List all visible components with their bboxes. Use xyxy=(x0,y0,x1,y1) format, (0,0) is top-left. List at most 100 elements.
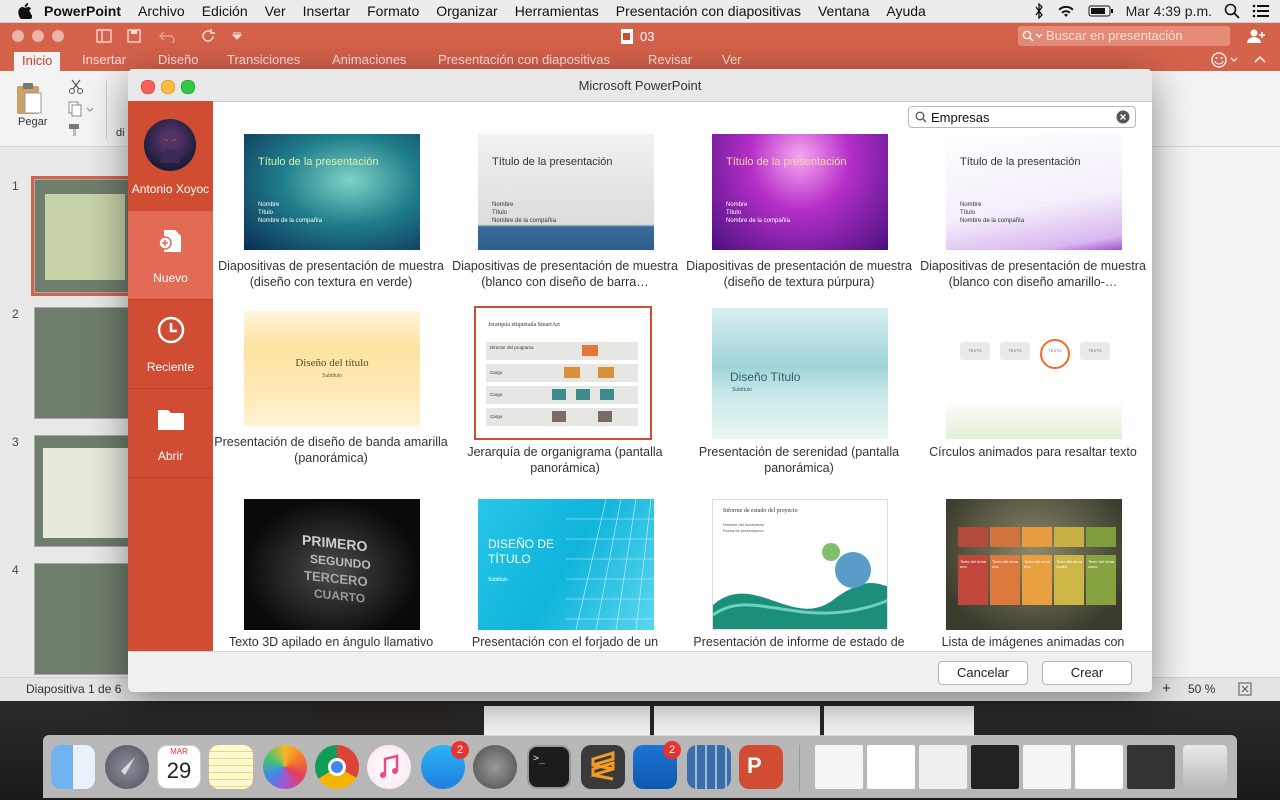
minimize-window-button[interactable] xyxy=(32,30,44,42)
wifi-icon[interactable] xyxy=(1056,3,1076,19)
template-card[interactable]: Jerarquía etiquetada SmartArt Director d… xyxy=(448,306,682,487)
template-card[interactable]: Título de la presentación Nombre Título … xyxy=(682,131,916,301)
minimized-window-thumb[interactable] xyxy=(971,745,1019,789)
bluetooth-icon[interactable] xyxy=(1034,3,1044,19)
close-window-button[interactable] xyxy=(12,30,24,42)
terminal-icon[interactable]: >_ xyxy=(527,745,571,789)
tab-inicio[interactable]: Inicio xyxy=(14,52,61,73)
template-title[interactable]: Presentación de diseño de banda amarilla… xyxy=(214,434,448,466)
tab-animaciones[interactable]: Animaciones xyxy=(332,52,406,67)
template-title[interactable]: Presentación de serenidad (pantalla pano… xyxy=(682,444,916,476)
finder-icon[interactable] xyxy=(51,745,95,789)
mission-control-icon[interactable] xyxy=(687,745,731,789)
create-button[interactable]: Crear xyxy=(1042,661,1132,685)
tab-diseno[interactable]: Diseño xyxy=(158,52,198,67)
template-thumbnail[interactable]: DISEÑO DE TÍTULO Subtítulo xyxy=(478,499,654,630)
minimized-window-thumb[interactable] xyxy=(867,745,915,789)
menu-ventana[interactable]: Ventana xyxy=(818,3,869,19)
menu-powerpoint[interactable]: PowerPoint xyxy=(44,3,121,19)
nav-nuevo[interactable]: Nuevo xyxy=(128,211,213,300)
customize-toolbar-icon[interactable] xyxy=(232,32,242,40)
format-painter-icon[interactable] xyxy=(68,123,84,137)
template-card[interactable]: Título de la presentación Nombre Título … xyxy=(448,131,682,301)
template-thumbnail[interactable]: TEXTO TEXTO TEXTO TEXTO xyxy=(946,308,1122,439)
system-preferences-icon[interactable] xyxy=(473,745,517,789)
template-thumbnail[interactable]: Diseño Título Subtítulo xyxy=(712,308,888,439)
menu-ver[interactable]: Ver xyxy=(265,3,286,19)
powerpoint-icon[interactable]: P xyxy=(739,745,783,789)
slide-thumbnail[interactable] xyxy=(34,307,136,419)
copy-icon[interactable] xyxy=(68,101,94,117)
template-card[interactable]: DISEÑO DE TÍTULO Subtítulo Presentación … xyxy=(448,497,682,651)
template-card[interactable]: PRIMERO SEGUNDO TERCERO CUARTO Texto 3D … xyxy=(214,497,448,651)
clear-search-icon[interactable] xyxy=(1116,110,1130,124)
template-thumbnail[interactable]: Diseño del título Subtítulo xyxy=(244,311,420,427)
template-card[interactable]: Texto del tema uno Texto del tema dos Te… xyxy=(916,497,1150,651)
sublime-text-icon[interactable] xyxy=(581,745,625,789)
menu-presentacion[interactable]: Presentación con diapositivas xyxy=(616,3,801,19)
zoom-in-icon[interactable]: + xyxy=(1162,680,1171,697)
fit-to-window-icon[interactable] xyxy=(1238,682,1252,696)
template-search-input[interactable] xyxy=(931,109,1111,125)
template-title[interactable]: Texto 3D apilado en ángulo llamativo xyxy=(214,634,448,650)
cancel-button[interactable]: Cancelar xyxy=(938,661,1028,685)
launchpad-icon[interactable] xyxy=(105,745,149,789)
template-thumbnail[interactable]: Título de la presentación Nombre Título … xyxy=(712,134,888,250)
tab-insertar[interactable]: Insertar xyxy=(82,52,126,67)
photos-icon[interactable] xyxy=(263,745,307,789)
template-title[interactable]: Presentación de informe de estado de xyxy=(682,634,916,650)
minimized-window-thumb[interactable] xyxy=(1075,745,1123,789)
slide-thumbnail[interactable] xyxy=(34,563,136,675)
slide-thumbnail[interactable] xyxy=(34,435,136,547)
minimized-window-thumb[interactable] xyxy=(815,745,863,789)
template-title[interactable]: Diapositivas de presentación de muestra … xyxy=(214,258,448,290)
minimized-window-thumb[interactable] xyxy=(1023,745,1071,789)
template-title[interactable]: Lista de imágenes animadas con xyxy=(916,634,1150,650)
apple-icon[interactable] xyxy=(18,3,32,19)
ppt-search-field[interactable]: Buscar en presentación xyxy=(1018,26,1230,46)
notification-center-icon[interactable] xyxy=(1252,4,1270,18)
dialog-zoom-button[interactable] xyxy=(181,80,195,94)
tab-ver[interactable]: Ver xyxy=(722,52,742,67)
minimized-window-thumb[interactable] xyxy=(1127,745,1175,789)
collapse-ribbon-icon[interactable] xyxy=(1254,54,1266,64)
tab-transiciones[interactable]: Transiciones xyxy=(227,52,300,67)
share-person-icon[interactable] xyxy=(1246,27,1266,45)
dialog-close-button[interactable] xyxy=(141,80,155,94)
slide-thumbnail[interactable] xyxy=(31,176,139,296)
menubar-clock[interactable]: Mar 4:39 p.m. xyxy=(1126,3,1212,19)
menu-ayuda[interactable]: Ayuda xyxy=(886,3,925,19)
trash-icon[interactable] xyxy=(1183,745,1227,789)
redo-icon[interactable] xyxy=(200,28,216,44)
template-thumbnail[interactable]: Informe de estado del proyecto Nombre de… xyxy=(712,499,888,630)
nav-reciente[interactable]: Reciente xyxy=(128,300,213,389)
spotlight-search-icon[interactable] xyxy=(1224,3,1240,19)
menu-organizar[interactable]: Organizar xyxy=(436,3,497,19)
template-card[interactable]: Título de la presentación Nombre Título … xyxy=(214,131,448,301)
minimized-window-thumb[interactable] xyxy=(919,745,967,789)
template-thumbnail[interactable]: Título de la presentación Nombre Título … xyxy=(946,134,1122,250)
dialog-minimize-button[interactable] xyxy=(161,80,175,94)
template-thumbnail[interactable]: Texto del tema uno Texto del tema dos Te… xyxy=(946,499,1122,630)
template-title[interactable]: Diapositivas de presentación de muestra … xyxy=(682,258,916,290)
undo-icon[interactable] xyxy=(158,29,180,43)
notes-icon[interactable] xyxy=(209,745,253,789)
template-title[interactable]: Círculos animados para resaltar texto xyxy=(916,444,1150,460)
template-card[interactable]: Diseño Título Subtítulo Presentación de … xyxy=(682,307,916,487)
template-card[interactable]: Informe de estado del proyecto Nombre de… xyxy=(682,497,916,651)
template-thumbnail[interactable]: PRIMERO SEGUNDO TERCERO CUARTO xyxy=(244,499,420,630)
zoom-window-button[interactable] xyxy=(52,30,64,42)
menu-archivo[interactable]: Archivo xyxy=(138,3,185,19)
save-icon[interactable] xyxy=(126,28,142,44)
menu-herramientas[interactable]: Herramientas xyxy=(515,3,599,19)
paste-clipboard-icon[interactable] xyxy=(14,81,44,117)
menu-edicion[interactable]: Edición xyxy=(202,3,248,19)
template-thumbnail[interactable]: Jerarquía etiquetada SmartArt Director d… xyxy=(474,306,652,440)
template-card[interactable]: Título de la presentación Nombre Título … xyxy=(916,131,1150,301)
menu-insertar[interactable]: Insertar xyxy=(303,3,350,19)
itunes-icon[interactable] xyxy=(367,745,411,789)
zoom-level[interactable]: 50 % xyxy=(1188,682,1215,696)
app-store-icon[interactable]: 2 xyxy=(421,741,469,789)
template-title[interactable]: Diapositivas de presentación de muestra … xyxy=(916,258,1150,290)
sidebar-toggle-icon[interactable] xyxy=(96,28,112,44)
